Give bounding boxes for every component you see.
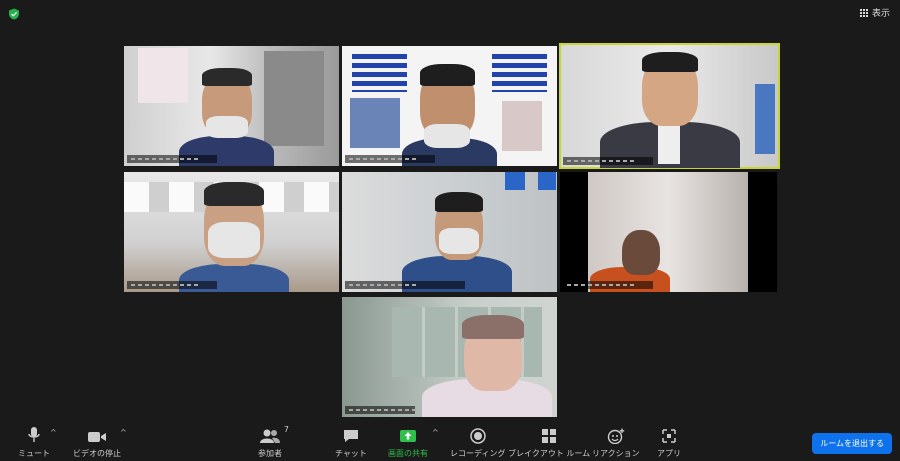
- stop-video-label: ビデオの停止: [73, 449, 121, 458]
- emoji-plus-icon: [607, 426, 625, 444]
- person-hair: [462, 315, 524, 339]
- poster-image: [502, 101, 542, 151]
- poster: [138, 48, 188, 103]
- face-mask: [439, 228, 479, 254]
- participant-name-label: [563, 157, 653, 165]
- reactions-label: リアクション: [592, 449, 640, 458]
- window-background: [264, 51, 324, 146]
- security-shield-icon[interactable]: [8, 8, 20, 20]
- background-object: [505, 172, 525, 190]
- view-button[interactable]: 表示: [859, 6, 890, 19]
- video-tile[interactable]: [124, 46, 339, 166]
- share-options-chevron-icon[interactable]: ^: [432, 428, 439, 437]
- stop-video-button[interactable]: ビデオの停止: [73, 426, 121, 459]
- video-camera-icon: [87, 426, 107, 444]
- participants-label: 参加者: [258, 449, 282, 458]
- apps-label: アプリ: [657, 449, 681, 458]
- participant-name-label: [345, 406, 419, 414]
- video-tile[interactable]: [124, 172, 339, 292]
- face-mask: [208, 222, 260, 258]
- reactions-button[interactable]: リアクション: [592, 426, 640, 459]
- participant-name-label: [127, 155, 217, 163]
- background-object: [538, 172, 556, 190]
- participant-name-label: [345, 155, 435, 163]
- person-hair: [202, 68, 252, 86]
- microphone-icon: [27, 426, 41, 444]
- record-icon: [469, 426, 486, 444]
- recording-label: レコーディング: [450, 449, 506, 458]
- poster-image: [350, 98, 400, 148]
- recording-button[interactable]: レコーディング: [450, 426, 505, 459]
- share-screen-icon: [399, 426, 417, 444]
- audio-options-chevron-icon[interactable]: ^: [50, 428, 57, 437]
- video-tile[interactable]: [342, 172, 557, 292]
- person-hair: [204, 182, 264, 206]
- face-mask: [424, 124, 470, 148]
- breakout-rooms-icon: [541, 426, 557, 444]
- person-face: [622, 230, 660, 275]
- participant-name-label: [563, 281, 653, 289]
- mute-label: ミュート: [18, 449, 50, 458]
- chat-button[interactable]: チャット: [335, 426, 367, 459]
- shirt-collar: [658, 124, 680, 164]
- video-tile[interactable]: [342, 46, 557, 166]
- participant-name-label: [345, 281, 465, 289]
- apps-button[interactable]: アプリ: [657, 426, 681, 459]
- mute-button[interactable]: ミュート: [18, 426, 50, 459]
- chat-label: チャット: [335, 449, 367, 458]
- poster-text: [492, 54, 547, 92]
- breakout-rooms-button[interactable]: ブレイクアウト ルーム: [508, 426, 590, 459]
- chat-bubble-icon: [342, 426, 360, 444]
- person-hair: [435, 192, 483, 212]
- share-screen-label: 画面の共有: [388, 449, 428, 458]
- share-screen-button[interactable]: 画面の共有: [388, 426, 428, 459]
- participants-icon: 7: [259, 425, 289, 444]
- video-tile[interactable]: [342, 297, 557, 417]
- video-tile[interactable]: [560, 172, 777, 292]
- participants-count: 7: [283, 425, 289, 434]
- participant-name-label: [127, 281, 217, 289]
- gallery-view-icon: [859, 8, 868, 17]
- background-object: [755, 84, 775, 154]
- apps-icon: [661, 426, 677, 444]
- view-label: 表示: [871, 9, 890, 19]
- participants-button[interactable]: 7 参加者: [258, 425, 289, 459]
- person-hair: [420, 64, 475, 86]
- video-tile-active-speaker[interactable]: [559, 43, 780, 169]
- person-hair: [642, 52, 698, 72]
- video-options-chevron-icon[interactable]: ^: [120, 428, 127, 437]
- face-mask: [206, 116, 248, 138]
- meeting-toolbar: ミュート ^ ビデオの停止 ^ 7 参加者 チャット 画面の共有 ^ レコーディ…: [0, 420, 900, 461]
- breakout-rooms-label: ブレイクアウト ルーム: [508, 449, 591, 458]
- leave-room-button[interactable]: ルームを退出する: [812, 433, 892, 454]
- poster-text: [352, 54, 407, 92]
